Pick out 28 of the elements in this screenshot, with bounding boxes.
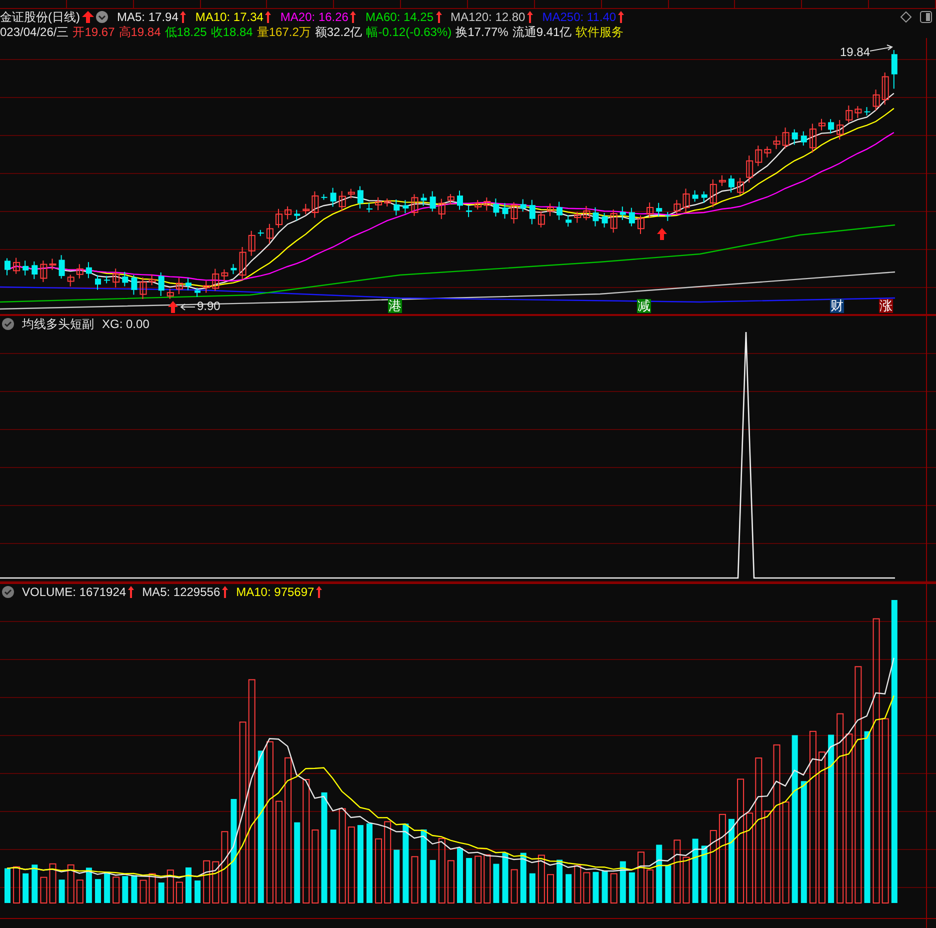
quote-field: 幅-0.12(-0.63%) [366,24,452,41]
ma-value: MA20: 16.26 [280,10,348,24]
price-label: 19.84 [840,45,870,59]
event-marker: 财 [830,299,844,313]
quote-field: 额32.2亿 [314,24,362,41]
quote-field: 流通9.41亿 [512,24,572,41]
quote-field: 高19.84 [118,24,161,41]
quote-field: 开19.67 [72,24,115,41]
quote-field: 量167.2万 [256,24,311,41]
quote-field: 低18.25 [164,24,207,41]
indicator-title: 均线多头短副 [22,316,94,332]
indicator-value: XG: 0.00 [102,317,150,331]
volume-value: VOLUME: 1671924 [22,585,126,599]
event-marker: 涨 [879,299,893,313]
volume-value: MA5: 1229556 [142,585,220,599]
volume-value: MA10: 975697 [236,585,314,599]
ma-value: MA10: 17.34 [195,10,264,24]
ma-value: MA120: 12.80 [450,10,526,24]
quote-field: 023/04/26/三 [0,24,69,41]
event-marker: 港 [388,299,402,313]
ma-value: MA250: 11.40 [542,10,616,24]
ma-value: MA60: 14.25 [365,10,434,24]
quote-field: 软件服务 [576,24,624,41]
quote-field: 换17.77% [456,24,508,41]
stock-title: 金证股份(日线) [0,8,80,26]
ma-value: MA5: 17.94 [117,10,178,24]
event-marker: 减 [637,299,651,313]
quote-field: 收18.84 [210,24,253,41]
